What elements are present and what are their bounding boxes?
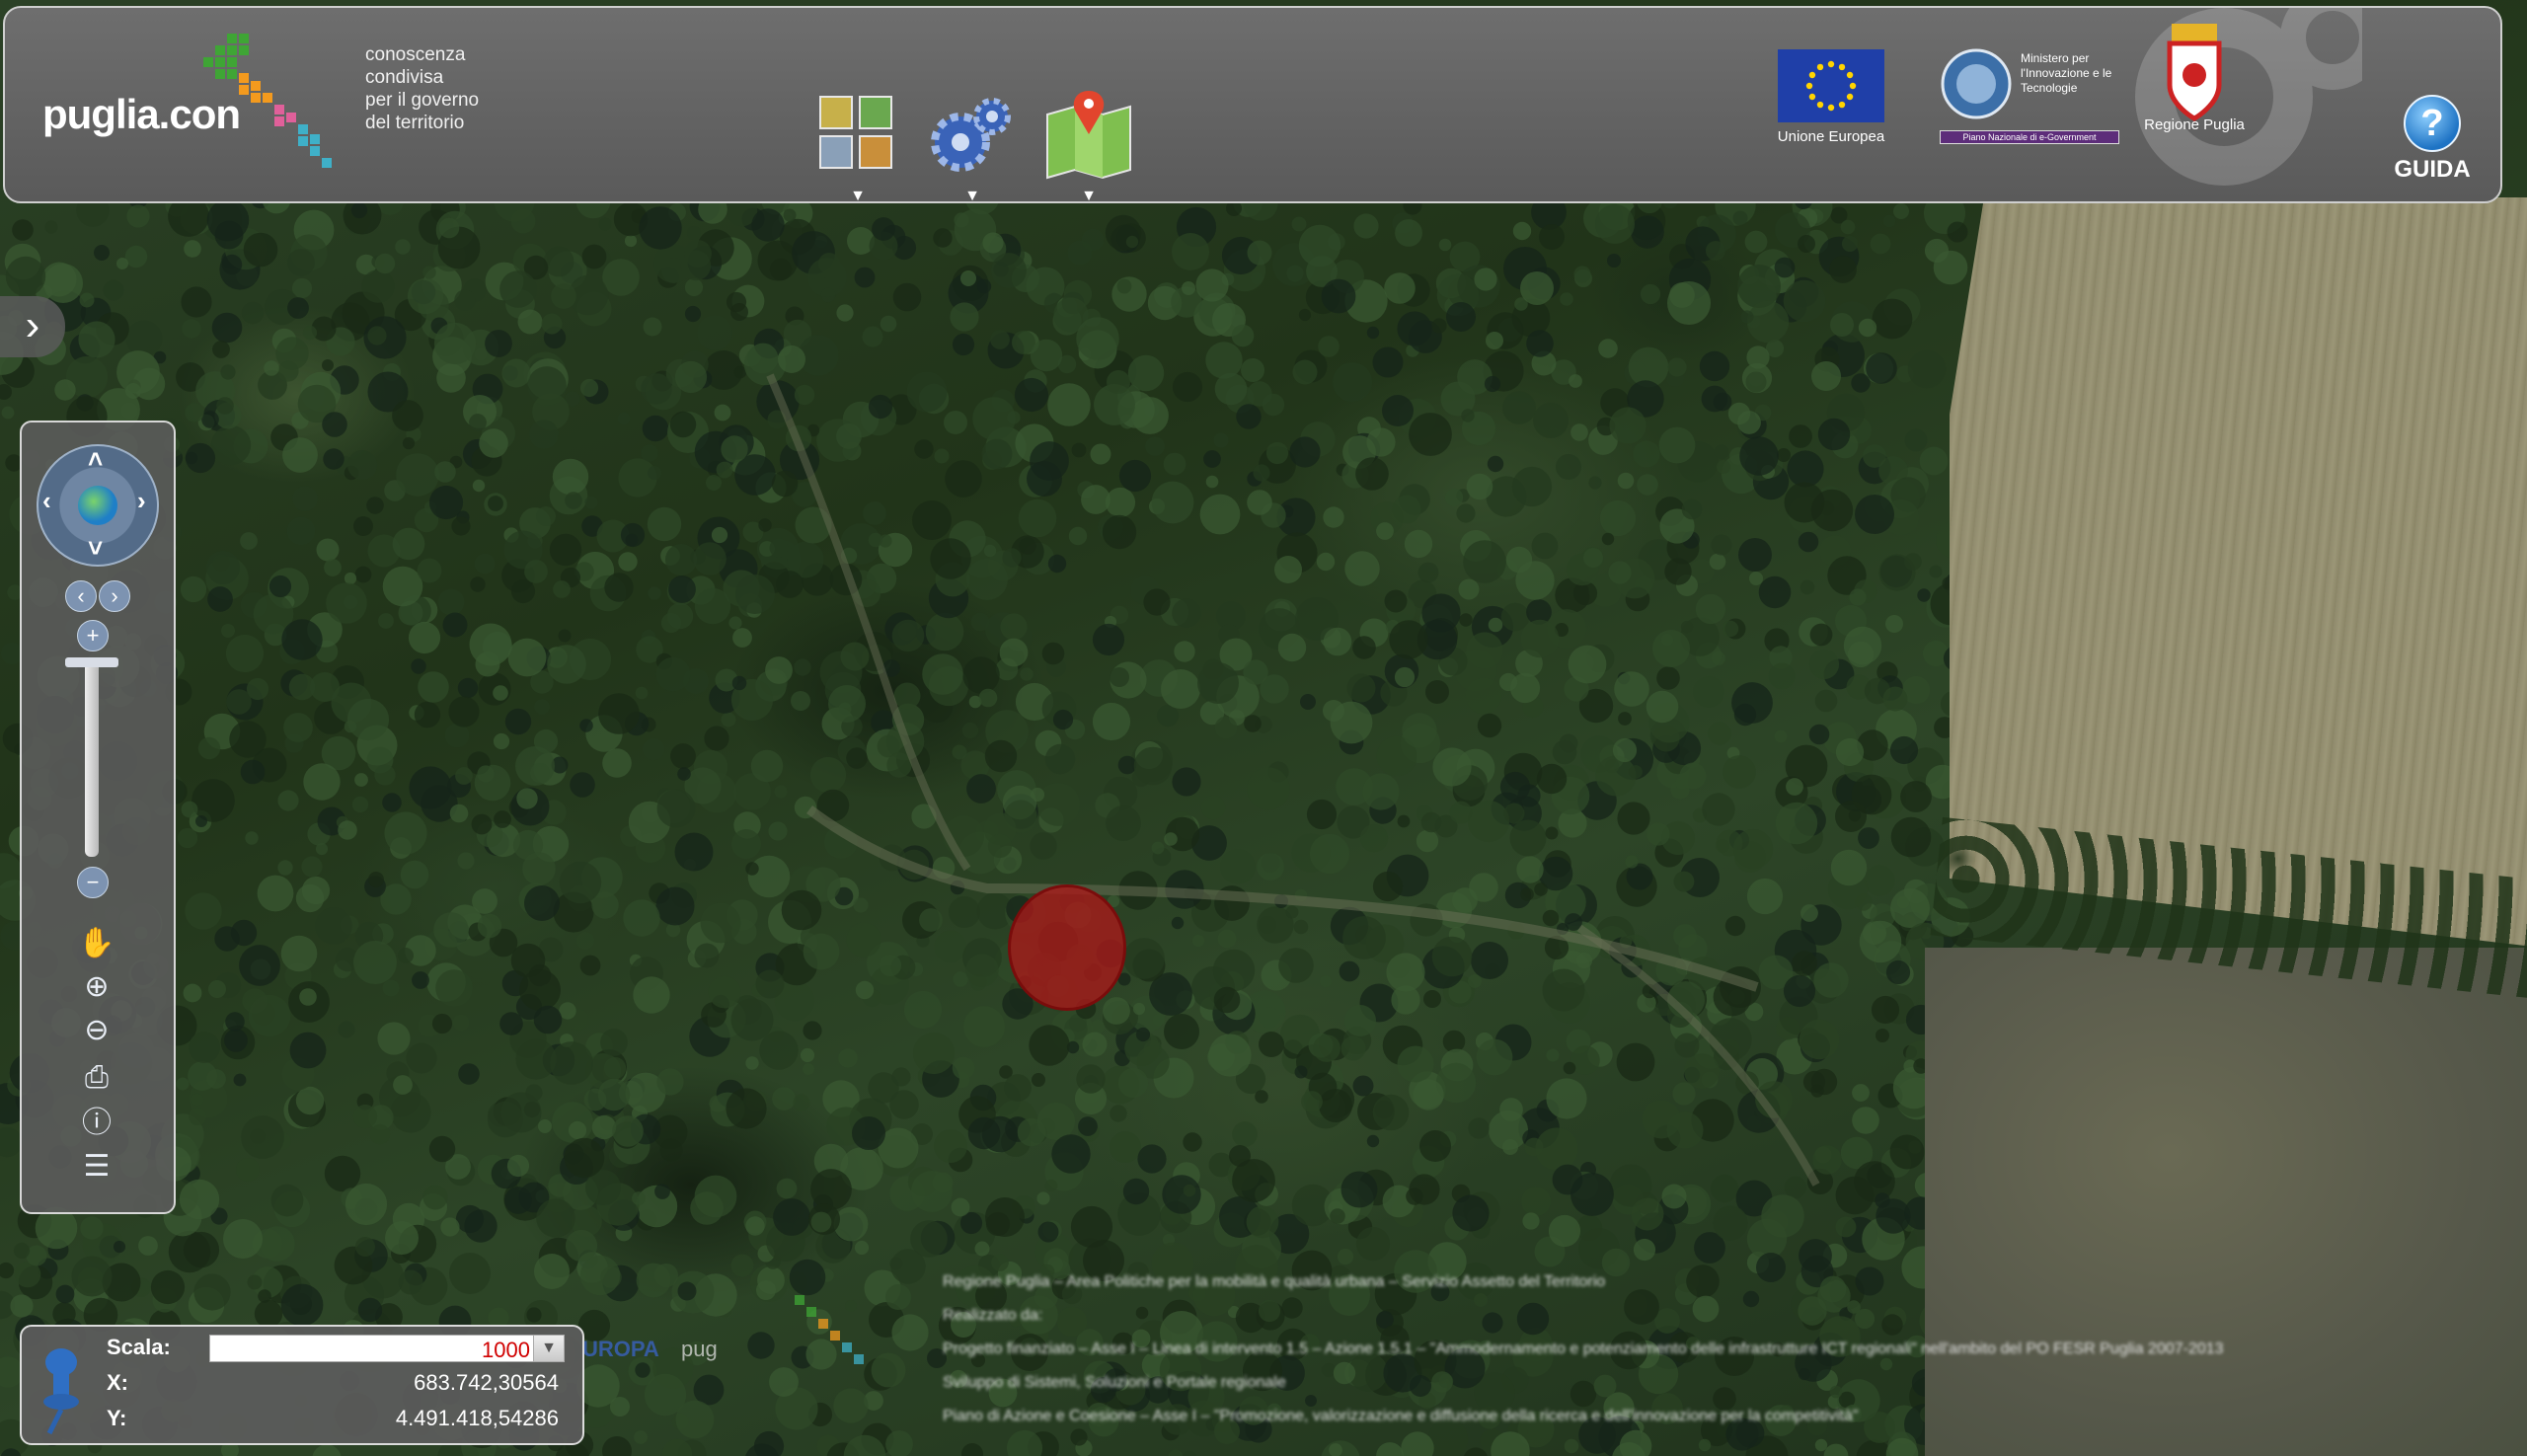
x-coordinate-label: X: — [107, 1370, 128, 1395]
footer-logos: UROPA pug — [582, 1295, 864, 1364]
regione-puglia-label: Regione Puglia — [2144, 116, 2245, 133]
y-coordinate-value: 4.491.418,54286 — [395, 1406, 559, 1430]
credit-line: Progetto finanziato – Asse I – Linea di … — [943, 1341, 2224, 1357]
tagline-line-3: per il governo — [365, 90, 480, 111]
expand-sidebar-button[interactable]: › — [0, 296, 65, 357]
zoom-out-box-icon[interactable]: ⊖ — [77, 1011, 116, 1050]
chevron-down-icon[interactable]: ▼ — [533, 1336, 564, 1361]
eu-partner[interactable]: Unione Europea — [1762, 49, 1900, 145]
header-bar: puglia.con conoscenza condivisa per il g… — [3, 6, 2502, 203]
help-icon: ? — [2404, 95, 2461, 152]
regione-puglia-partner[interactable]: Regione Puglia — [2125, 20, 2263, 133]
globe-icon[interactable] — [78, 486, 117, 525]
print-icon[interactable]: ⎙ — [77, 1058, 116, 1098]
tagline-line-1: conoscenza — [365, 44, 466, 65]
eu-flag-icon — [1778, 49, 1884, 122]
credit-line: Piano di Azione e Coesione – Asse I – "P… — [943, 1408, 1859, 1424]
scale-label: Scala: — [107, 1335, 171, 1359]
pan-hand-icon[interactable]: ✋ — [77, 924, 116, 963]
map-pin-icon — [1046, 91, 1131, 180]
help-label: GUIDA — [2394, 156, 2471, 183]
svg-text:UROPA: UROPA — [582, 1337, 659, 1361]
scale-value[interactable]: 1000 — [482, 1338, 530, 1363]
layers-dropdown-arrow[interactable]: ▼ — [808, 188, 907, 201]
settings-dropdown-arrow[interactable]: ▼ — [923, 188, 1022, 201]
tagline-line-2: condivisa — [365, 67, 444, 88]
pan-control[interactable]: ˄ ˅ ‹ › — [37, 444, 159, 567]
zoom-in-box-icon[interactable]: ⊕ — [77, 967, 116, 1007]
coordinates-panel: Scala: 1000 ▼ X: 683.742,30564 Y: 4.491.… — [20, 1325, 584, 1445]
history-back-icon[interactable]: ‹ — [65, 580, 97, 612]
layers-grid-icon — [819, 96, 892, 169]
pan-up-icon[interactable]: ˄ — [88, 444, 103, 475]
pushpin-icon[interactable] — [32, 1341, 81, 1435]
y-coordinate-label: Y: — [107, 1406, 127, 1430]
credit-line: Sviluppo di Sistemi, Soluzioni e Portale… — [943, 1374, 1286, 1391]
info-icon[interactable]: ⓘ — [77, 1104, 116, 1143]
satellite-map[interactable] — [0, 0, 2527, 1456]
basemap-layers-button[interactable]: ▼ — [808, 85, 907, 201]
zoom-in-button[interactable]: + — [77, 620, 109, 651]
ministry-seal-icon — [1941, 48, 2012, 119]
tagline-line-4: del territorio — [365, 113, 465, 133]
ministry-label: Ministero per l'Innovazione e le Tecnolo… — [2021, 51, 2112, 95]
pan-right-icon[interactable]: › — [137, 486, 146, 516]
zoom-slider[interactable] — [65, 657, 118, 857]
map-locator-button[interactable]: ▼ — [1039, 85, 1138, 201]
gears-icon — [931, 98, 1011, 172]
history-forward-icon[interactable]: › — [99, 580, 130, 612]
svg-text:pug: pug — [681, 1337, 718, 1361]
locator-dropdown-arrow[interactable]: ▼ — [1039, 188, 1138, 201]
chevron-right-icon: › — [25, 301, 40, 349]
legend-icon[interactable]: ☰ — [77, 1147, 116, 1187]
regione-puglia-coat-of-arms-icon — [2167, 24, 2222, 121]
help-button[interactable]: ? GUIDA — [2378, 95, 2487, 184]
scale-combobox[interactable]: 1000 ▼ — [209, 1335, 565, 1362]
settings-button[interactable]: ▼ — [923, 85, 1022, 201]
pan-down-icon[interactable]: ˅ — [88, 533, 103, 564]
credit-line: Regione Puglia – Area Politiche per la m… — [943, 1273, 1606, 1290]
location-marker[interactable] — [1008, 884, 1126, 1011]
navigation-panel: ˄ ˅ ‹ › ‹ › + − ✋ ⊕ ⊖ ⎙ ⓘ ☰ — [20, 421, 176, 1214]
zoom-out-button[interactable]: − — [77, 867, 109, 898]
credit-line: Realizzato da: — [943, 1307, 1043, 1324]
zoom-slider-thumb[interactable] — [65, 657, 118, 667]
egov-sublabel: Piano Nazionale di e-Government — [1940, 130, 2119, 144]
x-coordinate-value: 683.742,30564 — [414, 1370, 559, 1395]
puglia-logo-icon — [203, 34, 332, 168]
eu-label: Unione Europea — [1777, 128, 1885, 145]
pan-left-icon[interactable]: ‹ — [42, 486, 51, 516]
map-credits: Regione Puglia – Area Politiche per la m… — [943, 1265, 2483, 1433]
